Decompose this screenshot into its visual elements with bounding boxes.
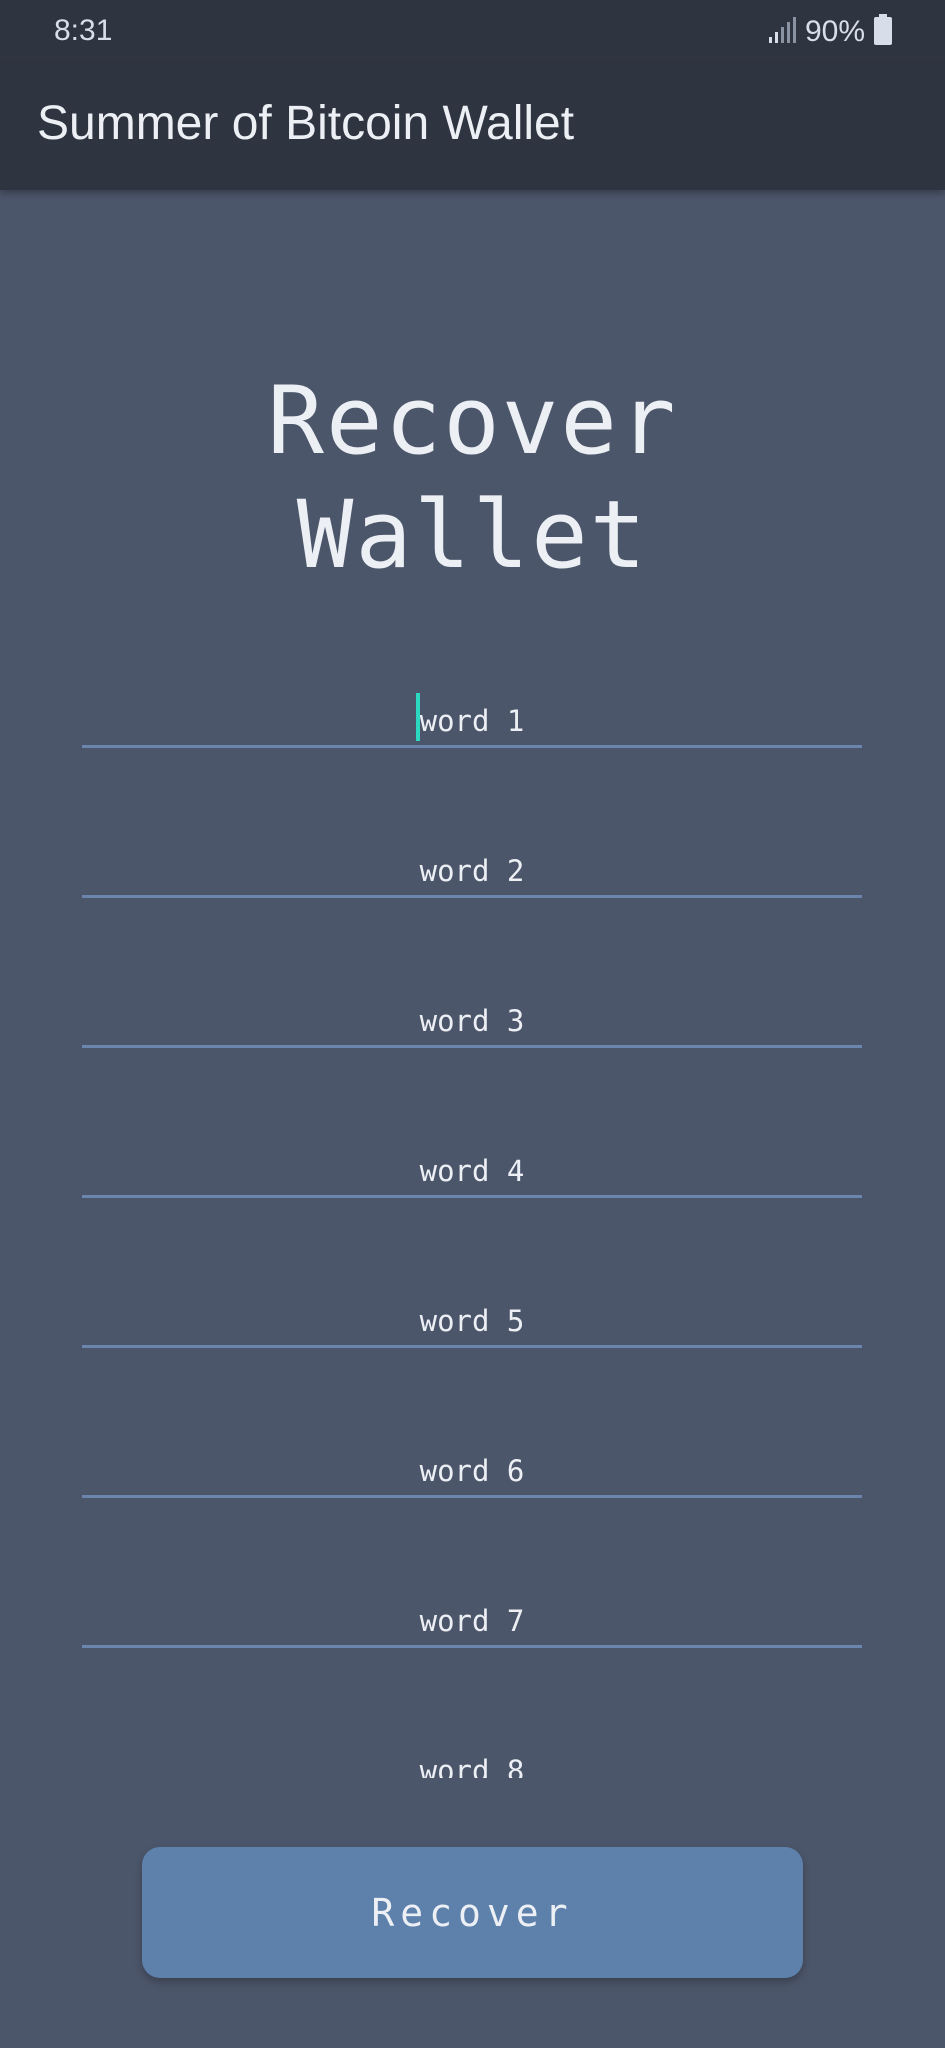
word-field-1 (82, 660, 862, 810)
word-8-input[interactable] (82, 1745, 862, 1778)
page-title-line-2: Wallet (296, 481, 649, 590)
signal-icon (767, 15, 797, 50)
word-4-underline (82, 1195, 862, 1198)
status-time: 8:31 (54, 14, 113, 47)
battery-percentage: 90% (804, 15, 865, 48)
recover-wallet-screen: 8:31 90% Summer of Bitcoin Wallet Recove… (0, 0, 945, 2048)
status-bar: 8:31 90% (0, 0, 945, 64)
word-5-input[interactable] (82, 1295, 862, 1347)
word-field-4 (82, 1110, 862, 1260)
text-cursor (416, 693, 420, 741)
seed-words-list[interactable] (82, 660, 862, 1778)
word-1-underline (82, 745, 862, 748)
word-5-underline (82, 1345, 862, 1348)
page-title-line-1: Recover (267, 367, 678, 476)
word-2-underline (82, 895, 862, 898)
word-6-input[interactable] (82, 1445, 862, 1497)
word-1-input[interactable] (82, 695, 862, 747)
word-field-7 (82, 1560, 862, 1710)
word-4-input[interactable] (82, 1145, 862, 1197)
word-2-input[interactable] (82, 845, 862, 897)
word-field-8 (82, 1710, 862, 1778)
battery-icon (873, 13, 893, 51)
word-field-2 (82, 810, 862, 960)
word-field-6 (82, 1410, 862, 1560)
app-title: Summer of Bitcoin Wallet (37, 97, 575, 150)
status-icons: 90% (767, 12, 893, 52)
word-7-input[interactable] (82, 1595, 862, 1647)
word-3-underline (82, 1045, 862, 1048)
word-field-5 (82, 1260, 862, 1410)
word-6-underline (82, 1495, 862, 1498)
recover-button[interactable]: Recover (142, 1847, 803, 1978)
app-bar: Summer of Bitcoin Wallet (0, 64, 945, 190)
word-3-input[interactable] (82, 995, 862, 1047)
word-field-3 (82, 960, 862, 1110)
page-title: Recover Wallet (0, 365, 945, 593)
word-7-underline (82, 1645, 862, 1648)
